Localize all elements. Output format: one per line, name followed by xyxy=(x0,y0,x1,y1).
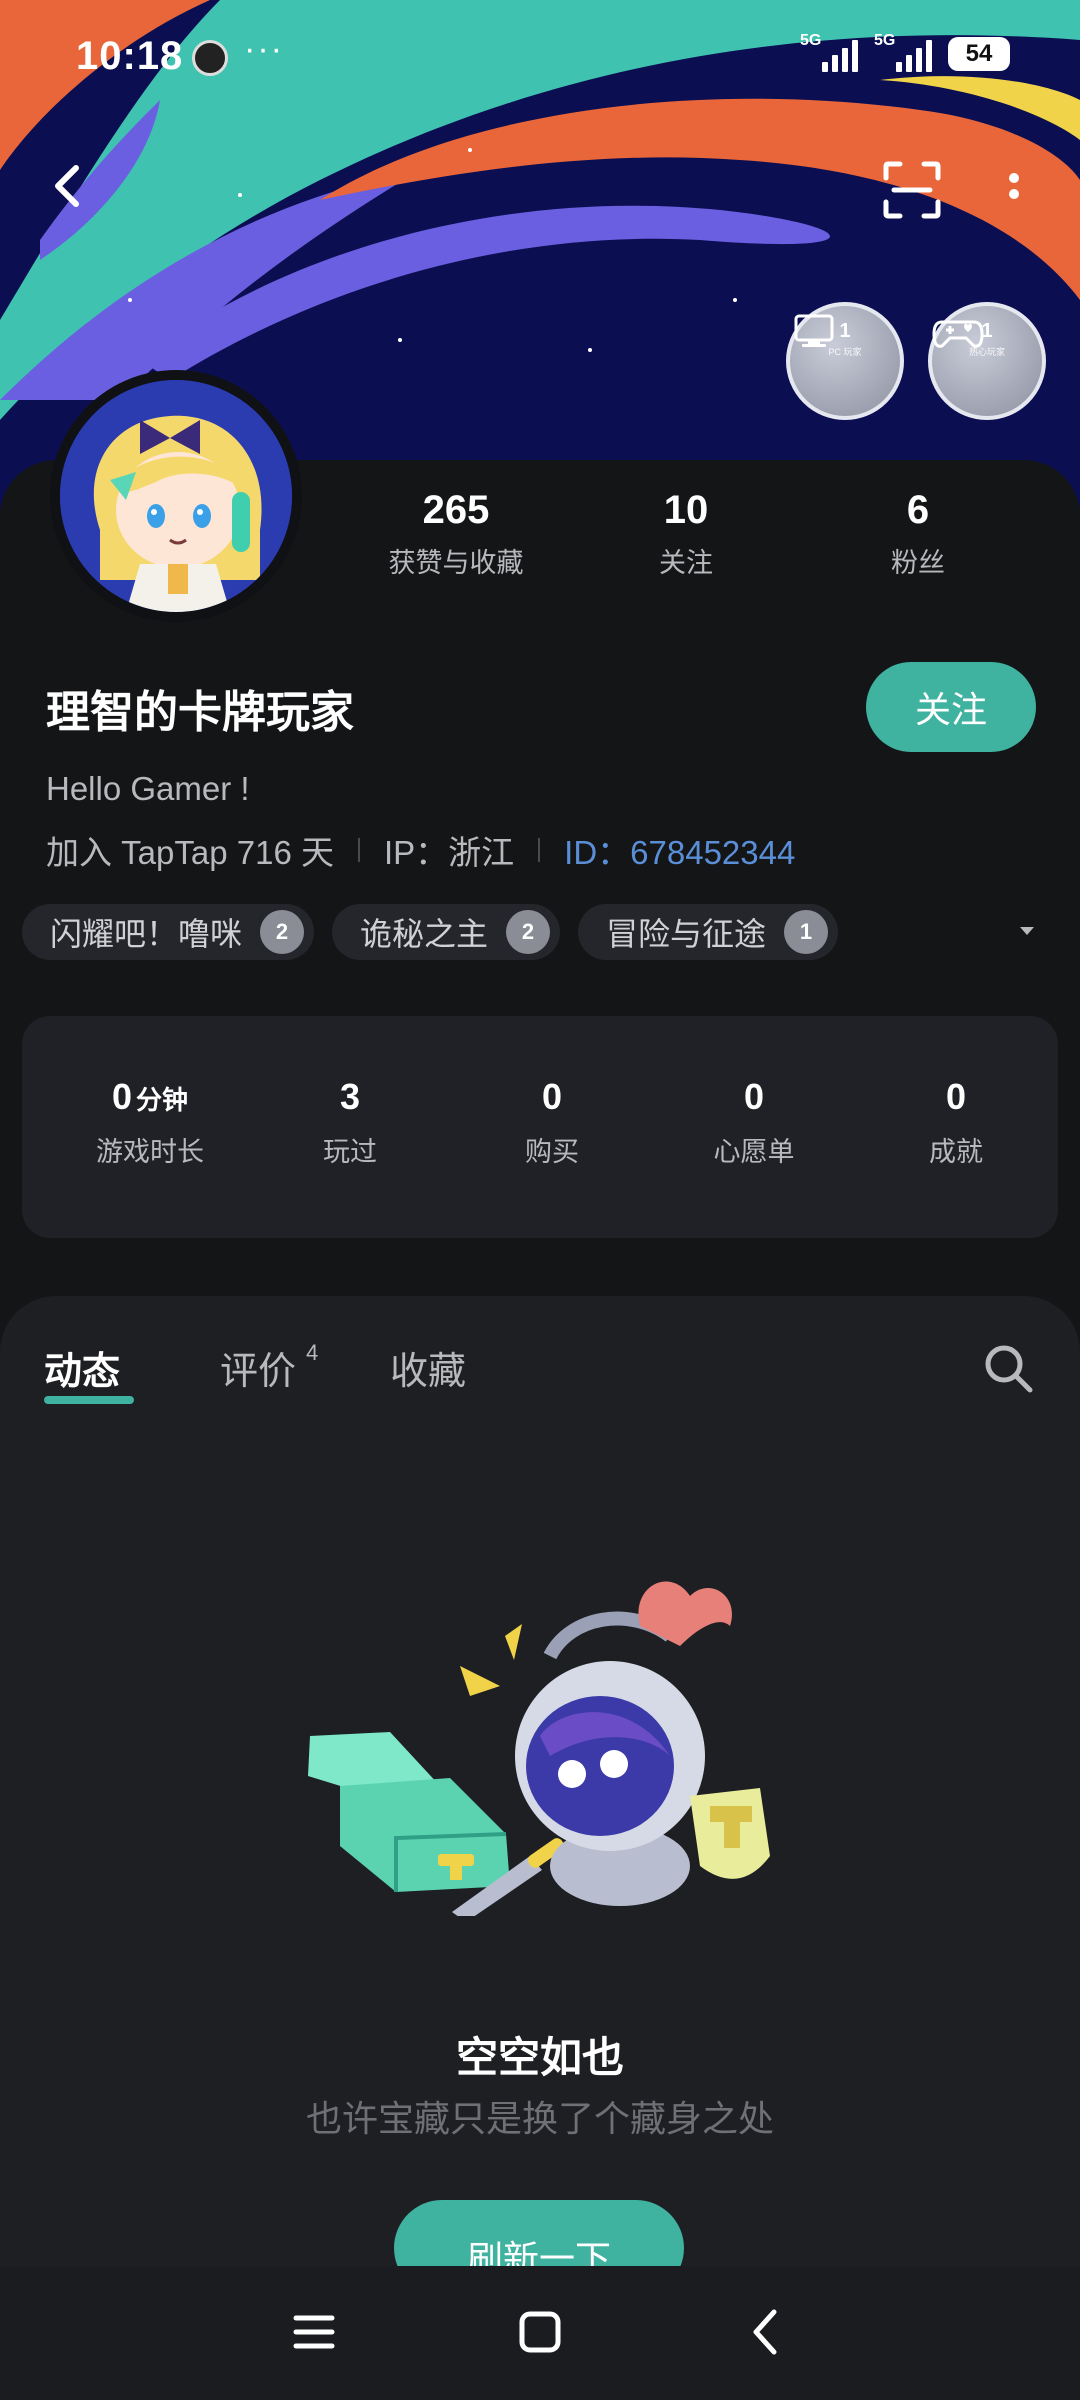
achievements-value: 0 xyxy=(945,1076,967,1117)
signal-type: 5G xyxy=(800,32,822,49)
status-bar: 10:18 ··· 5G 5G 54 xyxy=(0,0,1080,110)
empty-state-subtitle: 也许宝藏只是换了个藏身之处 xyxy=(305,2098,774,2139)
purchased-stat[interactable]: 0 购买 xyxy=(462,1076,642,1169)
tab-label: 收藏 xyxy=(390,1351,467,1393)
game-name: 冒险与征途 xyxy=(606,916,767,952)
wishlist-value: 0 xyxy=(743,1076,765,1117)
monitor-icon xyxy=(794,314,834,347)
signal-icon: 5G xyxy=(874,32,932,72)
played-value: 3 xyxy=(339,1076,361,1117)
likes-count: 265 xyxy=(422,488,490,532)
tab-count: 4 xyxy=(306,1340,319,1365)
empty-knight-illustration xyxy=(308,1581,770,1916)
system-back-button[interactable] xyxy=(736,2302,796,2362)
played-label: 玩过 xyxy=(323,1137,377,1167)
game-chips: 闪耀吧！噜咪 2 诡秘之主 2 冒险与征途 1 xyxy=(22,904,839,960)
purchased-label: 购买 xyxy=(525,1137,579,1167)
tab-activity[interactable]: 动态 xyxy=(44,1340,120,1395)
level-badge-icon: 2 xyxy=(506,910,551,954)
game-name: 闪耀吧！噜咪 xyxy=(50,916,243,952)
bio-text: Hello Gamer ! xyxy=(46,770,250,807)
active-tab-indicator xyxy=(44,1396,134,1404)
user-id-value: 678452344 xyxy=(630,834,796,871)
user-id-label: ID： xyxy=(564,834,631,871)
home-button[interactable] xyxy=(510,2302,570,2362)
gamepad-heart-icon xyxy=(932,320,984,348)
avatar-illustration xyxy=(60,380,292,612)
system-navigation-bar xyxy=(0,2266,1080,2400)
game-stats-card: 0 分钟 游戏时长 3 玩过 0 购买 0 心愿单 0 成就 xyxy=(22,1016,1058,1238)
warm-hearted-player-badge[interactable]: 1 热心玩家 xyxy=(928,302,1046,420)
scan-icon xyxy=(883,161,941,219)
signal-type: 5G xyxy=(874,32,896,49)
more-vertical-icon xyxy=(1009,173,1019,199)
home-square-icon xyxy=(519,2311,561,2353)
following-count: 10 xyxy=(663,488,709,532)
tab-label: 动态 xyxy=(44,1351,121,1393)
chevron-left-icon xyxy=(753,2309,777,2355)
achievements-label: 成就 xyxy=(929,1137,983,1167)
join-duration: 加入 TapTap 716 天 xyxy=(46,834,334,871)
search-icon xyxy=(985,1345,1033,1393)
refresh-button[interactable]: 刷新一下 xyxy=(394,2200,684,2266)
avatar[interactable] xyxy=(50,370,302,622)
status-time: 10:18 xyxy=(76,34,184,78)
played-stat[interactable]: 3 玩过 xyxy=(260,1076,440,1169)
followers-label: 粉丝 xyxy=(891,548,945,578)
game-name: 诡秘之主 xyxy=(360,916,489,952)
wishlist-label: 心愿单 xyxy=(713,1137,795,1167)
expand-chips-button[interactable] xyxy=(1016,920,1038,942)
chevron-left-icon xyxy=(55,165,79,207)
followers-stat[interactable]: 6 粉丝 xyxy=(858,488,978,580)
wishlist-stat[interactable]: 0 心愿单 xyxy=(664,1076,844,1169)
divider xyxy=(357,838,360,862)
search-button[interactable] xyxy=(980,1340,1036,1396)
battery-icon: 54 xyxy=(948,37,1010,71)
following-stat[interactable]: 10 关注 xyxy=(626,488,746,580)
menu-icon xyxy=(293,2315,335,2349)
game-chip[interactable]: 冒险与征途 1 xyxy=(578,904,839,960)
play-time-value: 0 xyxy=(111,1076,132,1117)
play-time-label: 游戏时长 xyxy=(96,1137,204,1167)
following-label: 关注 xyxy=(659,548,713,578)
username: 理智的卡牌玩家 xyxy=(46,688,354,737)
empty-state-title: 空空如也 xyxy=(455,2034,624,2081)
scan-button[interactable] xyxy=(880,158,944,222)
back-button[interactable] xyxy=(40,158,96,214)
avatar-image xyxy=(60,380,292,612)
more-notifications-icon: ··· xyxy=(244,30,284,68)
divider xyxy=(538,838,541,862)
follow-button[interactable]: 关注 xyxy=(866,662,1036,752)
level-badge-icon: 2 xyxy=(260,910,305,954)
clock-app-icon xyxy=(192,40,228,76)
refresh-button-label: 刷新一下 xyxy=(394,2200,684,2266)
badge-count: 1 xyxy=(839,320,851,342)
caret-down-icon xyxy=(1020,927,1034,935)
user-id[interactable]: ID：678452344 xyxy=(564,826,795,874)
recent-apps-button[interactable] xyxy=(284,2302,344,2362)
achievements-stat[interactable]: 0 成就 xyxy=(866,1076,1046,1169)
profile-meta: 加入 TapTap 716 天 IP：浙江 ID：678452344 xyxy=(46,826,795,874)
play-time-unit: 分钟 xyxy=(136,1085,189,1115)
followers-count: 6 xyxy=(906,488,930,532)
game-chip[interactable]: 闪耀吧！噜咪 2 xyxy=(22,904,315,960)
tab-label: 评价 xyxy=(220,1351,297,1393)
purchased-value: 0 xyxy=(541,1076,563,1117)
ip-location: IP：浙江 xyxy=(383,834,515,871)
level-badge-icon: 1 xyxy=(784,910,829,954)
pc-player-badge[interactable]: 1 PC 玩家 xyxy=(786,302,904,420)
game-chip[interactable]: 诡秘之主 2 xyxy=(332,904,561,960)
likes-stat[interactable]: 265 获赞与收藏 xyxy=(376,488,536,580)
signal-icon: 5G xyxy=(800,32,858,72)
tab-favorites[interactable]: 收藏 xyxy=(390,1340,466,1395)
tab-reviews[interactable]: 评价 4 xyxy=(220,1340,318,1395)
play-time-stat[interactable]: 0 分钟 游戏时长 xyxy=(60,1076,240,1169)
content-panel: 动态 评价 4 收藏 空空如也 也许宝藏只是换了个藏身之处 刷新一下 xyxy=(0,1296,1080,2266)
likes-label: 获赞与收藏 xyxy=(388,548,524,578)
more-options-button[interactable] xyxy=(996,158,1032,222)
